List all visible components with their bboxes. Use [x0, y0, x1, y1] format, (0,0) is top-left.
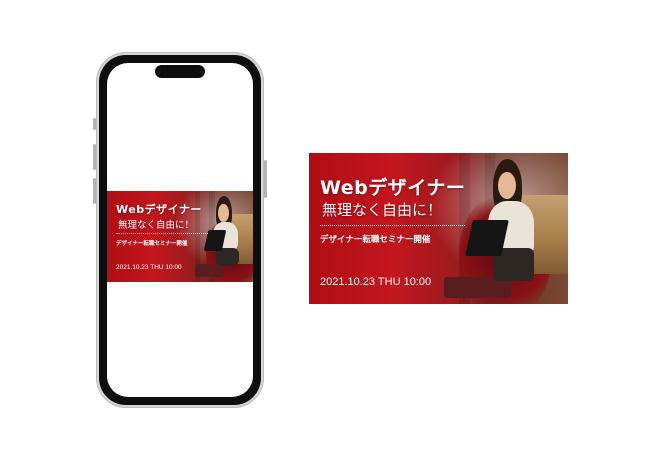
phone-side-button — [93, 118, 96, 130]
woman-with-laptop-photo — [203, 195, 247, 278]
banner-caption: デザイナー転職セミナー開催 — [116, 241, 188, 247]
seminar-banner-mobile[interactable]: Webデザイナー 無理なく自由に！ デザイナー転職セミナー開催 2021.10.… — [107, 191, 253, 282]
phone-power-button — [264, 160, 267, 198]
seminar-banner-desktop[interactable]: Webデザイナー 無理なく自由に！ デザイナー転職セミナー開催 2021.10.… — [309, 153, 568, 304]
banner-subtitle: 無理なく自由に！ — [322, 201, 443, 219]
phone-screen: Webデザイナー 無理なく自由に！ デザイナー転職セミナー開催 2021.10.… — [107, 63, 253, 397]
banner-title: Webデザイナー — [116, 203, 202, 216]
phone-volume-up-button — [93, 144, 96, 170]
phone-mockup: Webデザイナー 無理なく自由に！ デザイナー転職セミナー開催 2021.10.… — [93, 52, 267, 408]
banner-date: 2021.10.23 THU 10:00 — [116, 264, 182, 271]
phone-notch — [155, 65, 205, 78]
dotted-divider — [116, 233, 208, 234]
phone-bezel: Webデザイナー 無理なく自由に！ デザイナー転職セミナー開催 2021.10.… — [99, 55, 261, 405]
phone-volume-down-button — [93, 178, 96, 204]
woman-with-laptop-photo — [464, 159, 547, 298]
banner-subtitle: 無理なく自由に！ — [118, 220, 195, 231]
banner-date: 2021.10.23 THU 10:00 — [320, 276, 432, 288]
banner-caption: デザイナー転職セミナー開催 — [320, 235, 431, 245]
banner-title: Webデザイナー — [320, 177, 466, 199]
dotted-divider — [320, 225, 465, 226]
